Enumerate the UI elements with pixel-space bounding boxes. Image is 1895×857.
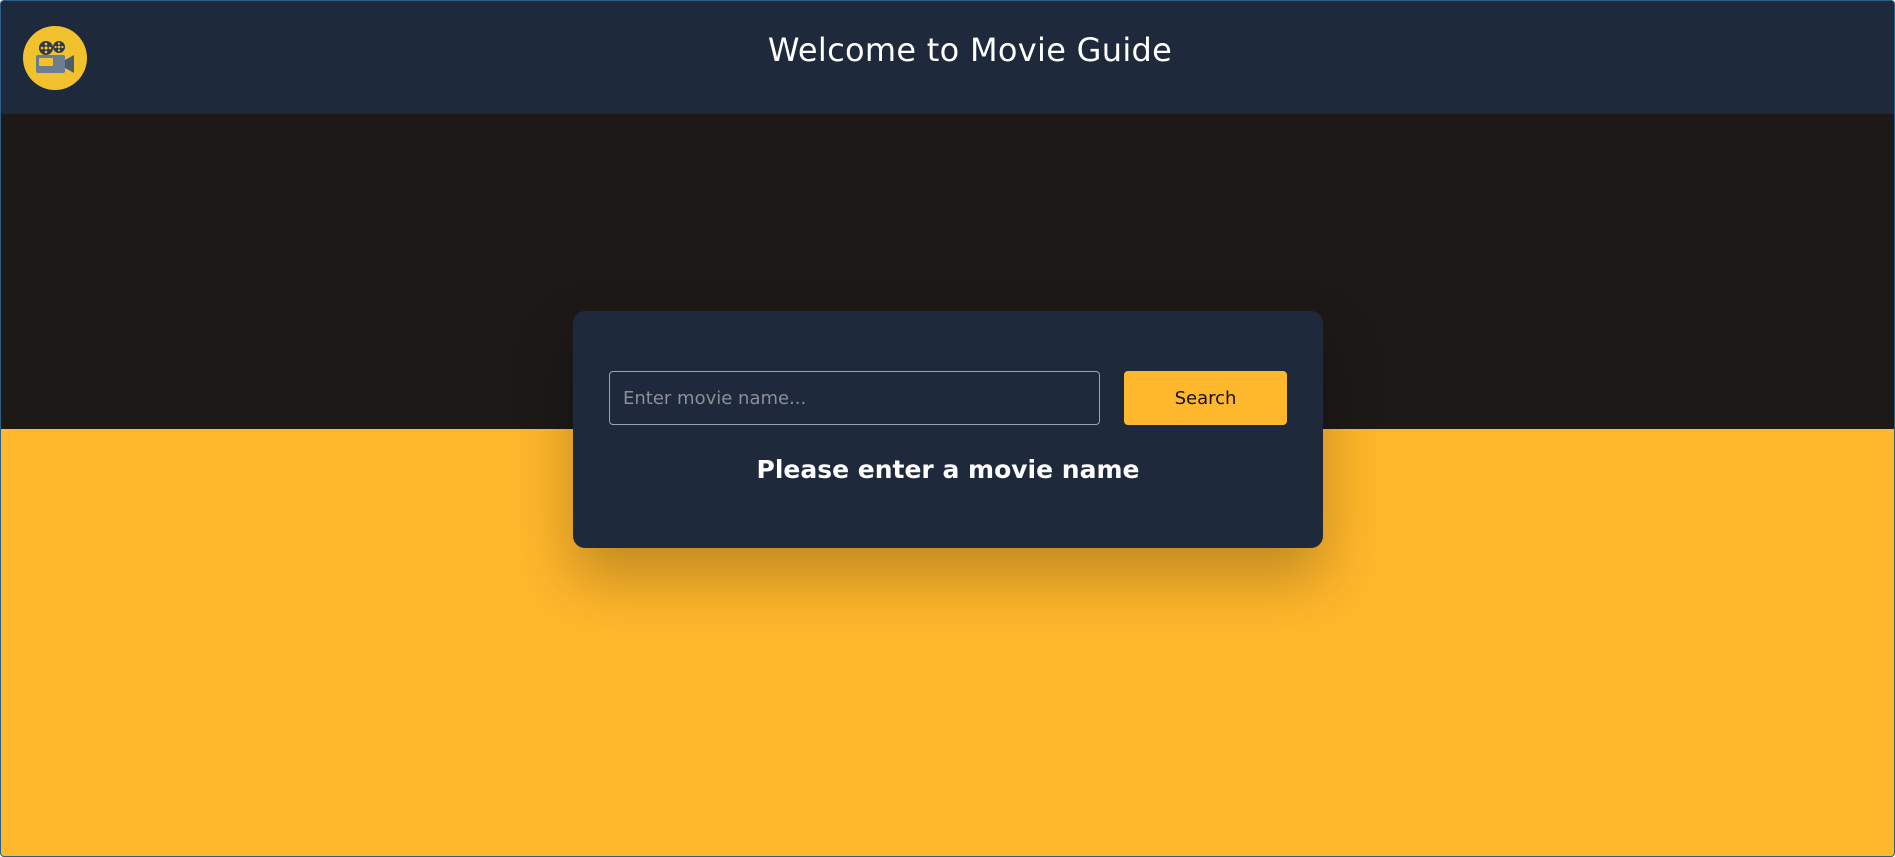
status-message: Please enter a movie name (756, 455, 1140, 484)
search-card: Search Please enter a movie name (573, 311, 1323, 548)
movie-search-input[interactable] (609, 371, 1100, 425)
page-title: Welcome to Movie Guide (767, 31, 1173, 69)
page: Welcome to Movie Guide Search Please ent… (0, 0, 1895, 857)
header: Welcome to Movie Guide (1, 1, 1894, 114)
search-button[interactable]: Search (1124, 371, 1287, 425)
